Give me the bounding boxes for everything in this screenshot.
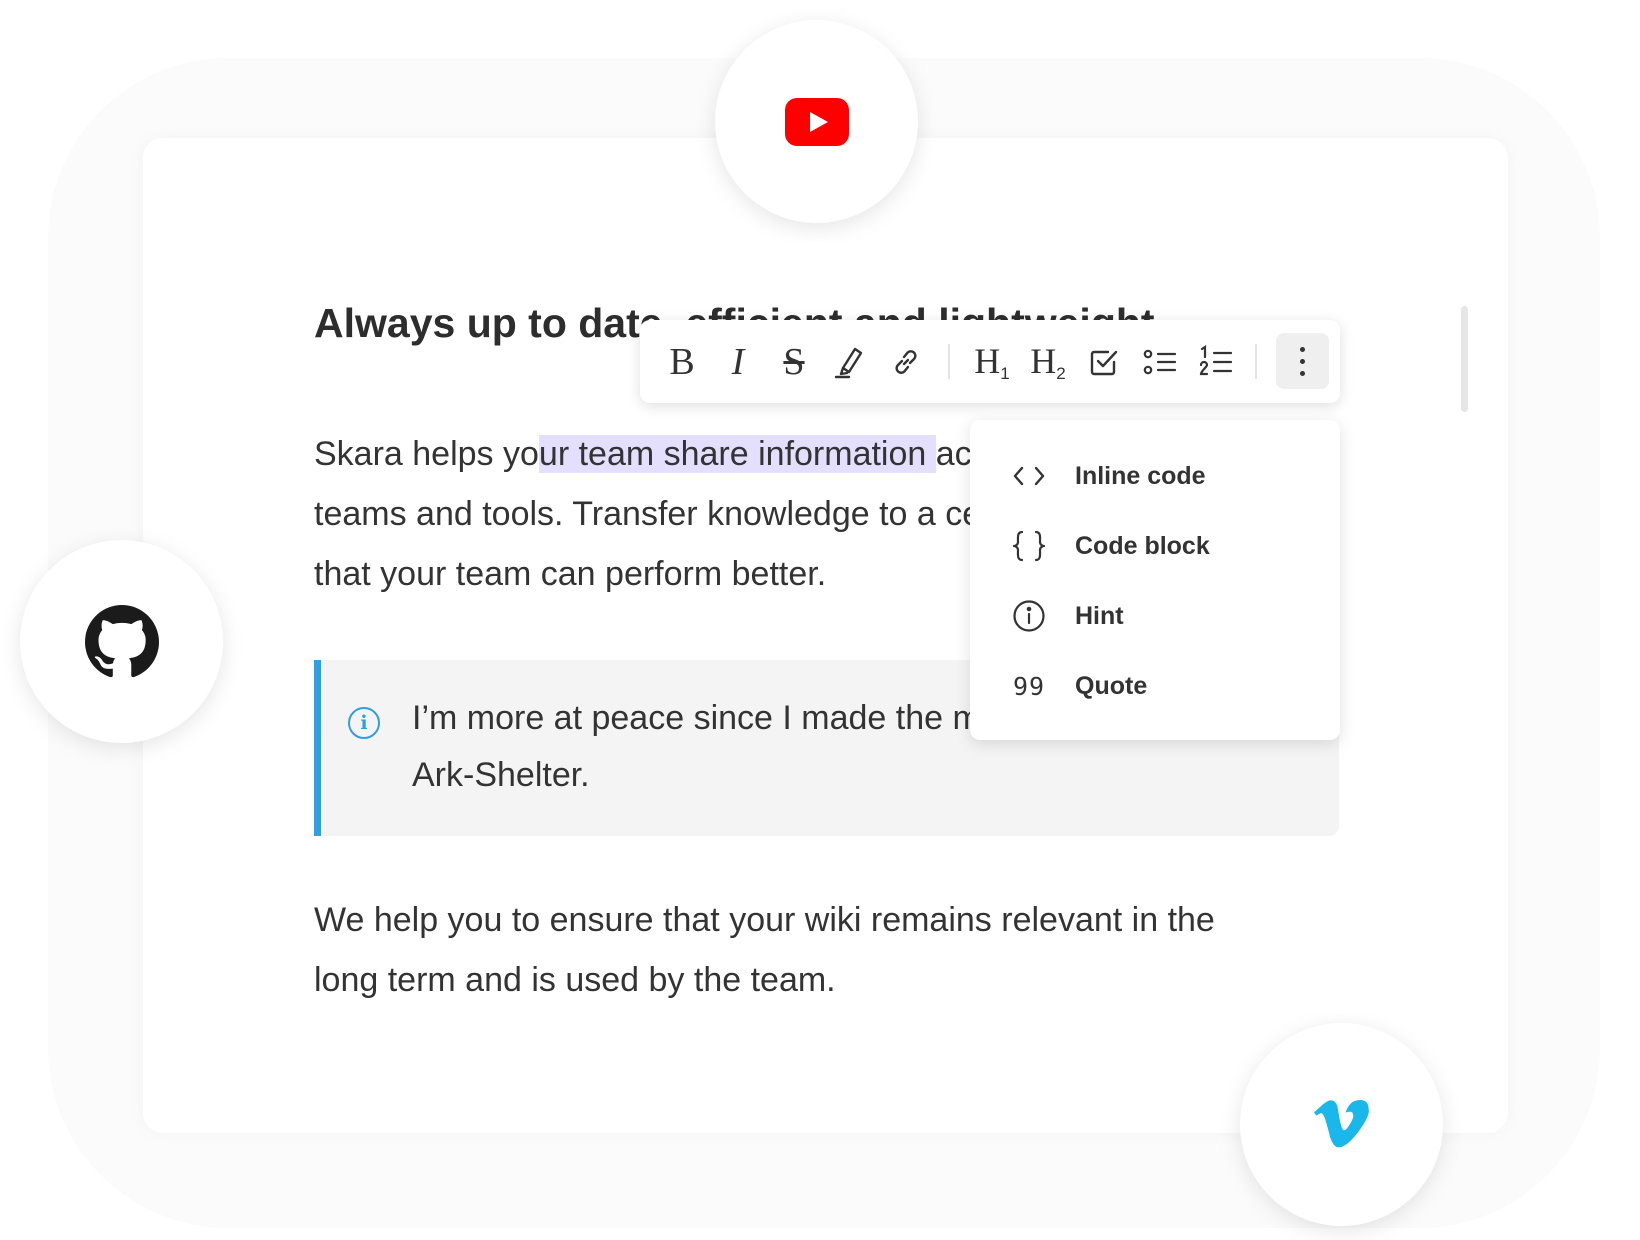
heading-2-button[interactable]: H2 [1026, 340, 1070, 384]
menu-item-code-block[interactable]: Code block [1006, 521, 1326, 571]
vimeo-icon [1313, 1099, 1369, 1147]
bold-icon: B [669, 341, 695, 383]
strikethrough-button[interactable]: S [772, 340, 816, 384]
heading-1-icon: H1 [974, 341, 1010, 383]
heading-2-icon: H2 [1030, 341, 1066, 383]
more-dot [1300, 370, 1305, 376]
paragraph-2-line-2: long term and is used by the team. [314, 961, 836, 999]
paragraph-1-line-3: that your team can perform better. [314, 555, 827, 593]
link-button[interactable] [884, 340, 928, 384]
bold-button[interactable]: B [660, 340, 704, 384]
info-icon [1006, 598, 1052, 634]
italic-icon: I [731, 341, 745, 383]
menu-item-quote[interactable]: 99 Quote [1006, 661, 1326, 711]
paragraph-1-line-1: Skara helps your team share information … [314, 435, 1036, 473]
checklist-button[interactable] [1082, 340, 1126, 384]
more-options-button[interactable] [1276, 333, 1329, 389]
menu-item-hint[interactable]: Hint [1006, 591, 1326, 641]
bullet-list-button[interactable] [1138, 340, 1182, 384]
code-block-icon [1006, 528, 1052, 564]
more-dot [1300, 346, 1305, 352]
toolbar-divider [948, 344, 950, 379]
more-dot [1300, 358, 1305, 364]
menu-item-label: Quote [1075, 671, 1148, 700]
github-integration[interactable] [20, 540, 223, 743]
quote-icon: 99 [1012, 671, 1046, 701]
toolbar-divider [1255, 344, 1257, 379]
heading-1-button[interactable]: H1 [970, 340, 1014, 384]
bullet-list-icon [1143, 349, 1177, 375]
numbered-list-button[interactable] [1194, 340, 1238, 384]
strikethrough-icon: S [783, 341, 805, 383]
highlight-button[interactable] [828, 340, 872, 384]
checkbox-icon [1090, 350, 1118, 376]
numbered-list-icon [1199, 345, 1233, 376]
highlighter-icon [834, 347, 863, 379]
menu-item-label: Inline code [1075, 461, 1206, 490]
link-icon [895, 350, 917, 374]
youtube-icon [784, 97, 849, 146]
inline-code-icon [1006, 458, 1052, 494]
more-options-menu: Inline code Code block Hint 99 Quote [970, 420, 1340, 740]
italic-button[interactable]: I [716, 340, 760, 384]
selected-text[interactable]: ur team share information [538, 435, 936, 473]
formatting-toolbar: B I S H1 H2 [640, 320, 1340, 403]
menu-item-inline-code[interactable]: Inline code [1006, 451, 1326, 501]
menu-item-label: Hint [1075, 601, 1124, 630]
menu-item-label: Code block [1075, 531, 1210, 560]
paragraph-2-line-1: We help you to ensure that your wiki rem… [314, 901, 1215, 939]
vimeo-integration[interactable] [1240, 1023, 1443, 1226]
youtube-integration[interactable] [715, 20, 918, 223]
info-icon: i [348, 707, 380, 739]
scrollbar[interactable] [1461, 306, 1468, 412]
github-icon [84, 604, 159, 677]
